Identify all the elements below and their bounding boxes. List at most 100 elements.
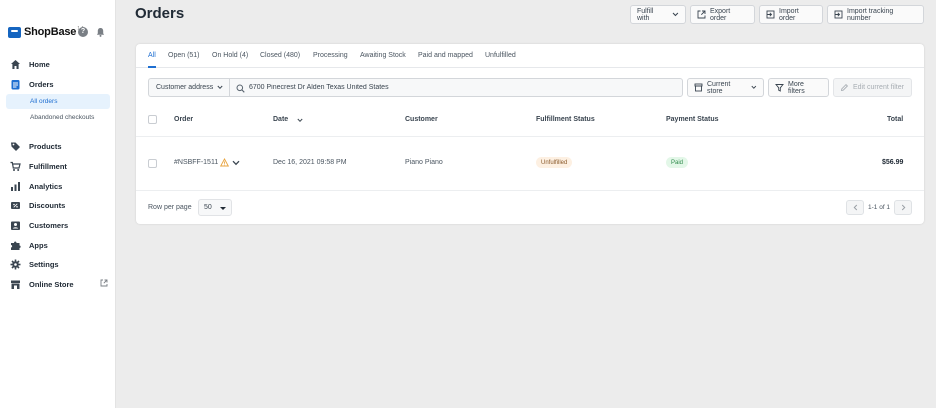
current-store-label: Current store	[707, 80, 731, 95]
sidebar-item-online-store[interactable]: Online Store	[0, 276, 116, 292]
order-date: Dec 16, 2021 09:58 PM	[273, 159, 347, 166]
filter-icon	[775, 83, 784, 92]
sort-chevron-icon[interactable]	[297, 118, 303, 123]
store-icon	[10, 279, 21, 290]
current-store-button[interactable]: Current store	[687, 78, 764, 97]
bar-chart-icon	[10, 181, 21, 192]
more-filters-button[interactable]: More filters	[768, 78, 829, 97]
orders-icon	[10, 79, 21, 90]
rows-per-page-label: Row per page	[148, 204, 192, 211]
customers-icon	[10, 220, 21, 231]
sidebar-subitem-label: All orders	[30, 98, 58, 105]
column-header-date[interactable]: Date	[273, 116, 288, 123]
sidebar-item-label: Settings	[29, 259, 59, 269]
order-tabs: All Open (51) On Hold (4) Closed (480) P…	[136, 44, 924, 68]
tab-unfulfilled[interactable]: Unfulfilled	[485, 52, 516, 59]
sidebar-item-discounts[interactable]: Discounts	[0, 197, 116, 213]
search-input[interactable]	[249, 79, 679, 96]
column-header-payment-status: Payment Status	[666, 116, 719, 123]
next-page-button[interactable]	[894, 200, 912, 215]
sidebar-item-label: Fulfillment	[29, 161, 67, 171]
import-tracking-number-button[interactable]: Import tracking number	[827, 5, 924, 24]
import-icon	[834, 10, 843, 19]
order-total: $56.99	[882, 159, 904, 166]
select-all-checkbox[interactable]	[148, 115, 157, 124]
divider	[136, 190, 924, 191]
tab-paid-and-mapped[interactable]: Paid and mapped	[418, 52, 473, 59]
sidebar-item-customers[interactable]: Customers	[0, 217, 116, 233]
discount-icon	[10, 200, 21, 211]
store-icon	[694, 83, 703, 92]
column-header-customer: Customer	[405, 116, 438, 123]
warning-icon	[220, 158, 229, 167]
sidebar-subitem-label: Abandoned checkouts	[30, 114, 95, 121]
column-header-total: Total	[887, 116, 904, 123]
tab-on-hold[interactable]: On Hold (4)	[212, 52, 248, 59]
help-icon[interactable]: ?	[78, 27, 88, 37]
brand-name: ShopBase	[24, 26, 77, 38]
chevron-down-icon	[672, 12, 679, 17]
sidebar-item-label: Online Store	[29, 279, 74, 289]
chevron-down-icon	[751, 85, 757, 89]
export-icon	[697, 10, 706, 19]
chevron-right-icon	[901, 204, 905, 211]
filter-field-select[interactable]: Customer address	[148, 78, 229, 97]
sidebar-item-label: Orders	[29, 79, 54, 89]
sidebar-subitem-all-orders[interactable]: All orders	[6, 94, 110, 109]
sidebar-item-label: Customers	[29, 220, 69, 230]
fulfill-with-button[interactable]: Fulfill with	[630, 5, 686, 24]
tab-closed[interactable]: Closed (480)	[260, 52, 300, 59]
order-number[interactable]: #NSBFF-1511	[174, 159, 218, 166]
edit-current-filter-label: Edit current filter	[853, 84, 904, 91]
divider	[136, 136, 924, 137]
edit-current-filter-button[interactable]: Edit current filter	[833, 78, 912, 97]
sidebar-item-apps[interactable]: Apps	[0, 237, 116, 253]
fulfill-with-label: Fulfill with	[637, 7, 654, 22]
export-order-label: Export order	[710, 7, 731, 22]
more-filters-label: More filters	[788, 80, 805, 95]
tab-open[interactable]: Open (51)	[168, 52, 200, 59]
chevron-down-icon	[217, 85, 223, 90]
sidebar-item-analytics[interactable]: Analytics	[0, 178, 116, 194]
tag-icon	[10, 141, 21, 152]
customer-name: Piano Piano	[405, 159, 443, 166]
export-order-button[interactable]: Export order	[690, 5, 755, 24]
sidebar-item-label: Discounts	[29, 200, 66, 210]
edit-icon	[840, 83, 849, 92]
row-checkbox[interactable]	[148, 159, 157, 168]
tab-all[interactable]: All	[148, 52, 156, 59]
import-order-button[interactable]: Import order	[759, 5, 823, 24]
prev-page-button[interactable]	[846, 200, 864, 215]
shopbase-logo-icon	[8, 26, 21, 38]
sidebar-item-home[interactable]: Home	[0, 56, 116, 72]
sidebar: ShopBase 1.1 ? Home Orders All orders Ab…	[0, 0, 116, 408]
fulfillment-status-badge: Unfulfilled	[536, 157, 573, 168]
sidebar-item-label: Apps	[29, 240, 48, 250]
sidebar-item-fulfillment[interactable]: Fulfillment	[0, 158, 116, 174]
external-link-icon[interactable]	[100, 279, 108, 287]
orders-card: All Open (51) On Hold (4) Closed (480) P…	[136, 44, 924, 224]
sidebar-item-label: Products	[29, 141, 62, 151]
tab-processing[interactable]: Processing	[313, 52, 348, 59]
sidebar-item-settings[interactable]: Settings	[0, 256, 116, 272]
bell-icon[interactable]	[96, 27, 105, 37]
sidebar-subitem-abandoned-checkouts[interactable]: Abandoned checkouts	[6, 110, 110, 125]
caret-down-icon	[220, 207, 226, 210]
import-tracking-number-label: Import tracking number	[847, 7, 894, 22]
pagination-range: 1-1 of 1	[868, 204, 891, 211]
filter-field-label: Customer address	[156, 84, 214, 91]
chevron-down-icon[interactable]	[232, 160, 240, 166]
sidebar-item-products[interactable]: Products	[0, 138, 116, 154]
import-order-label: Import order	[779, 7, 799, 22]
rows-per-page-select[interactable]: 50	[198, 199, 232, 216]
tab-awaiting-stock[interactable]: Awaiting Stock	[360, 52, 406, 59]
payment-status-badge: Paid	[666, 157, 689, 168]
sidebar-item-label: Analytics	[29, 181, 63, 191]
column-header-fulfillment-status: Fulfillment Status	[536, 116, 595, 123]
column-header-order[interactable]: Order	[174, 116, 193, 123]
sidebar-item-orders[interactable]: Orders	[0, 76, 116, 92]
import-icon	[766, 10, 775, 19]
search-icon	[236, 84, 245, 93]
brand-logo[interactable]: ShopBase 1.1	[8, 24, 84, 40]
page-title: Orders	[135, 5, 185, 22]
